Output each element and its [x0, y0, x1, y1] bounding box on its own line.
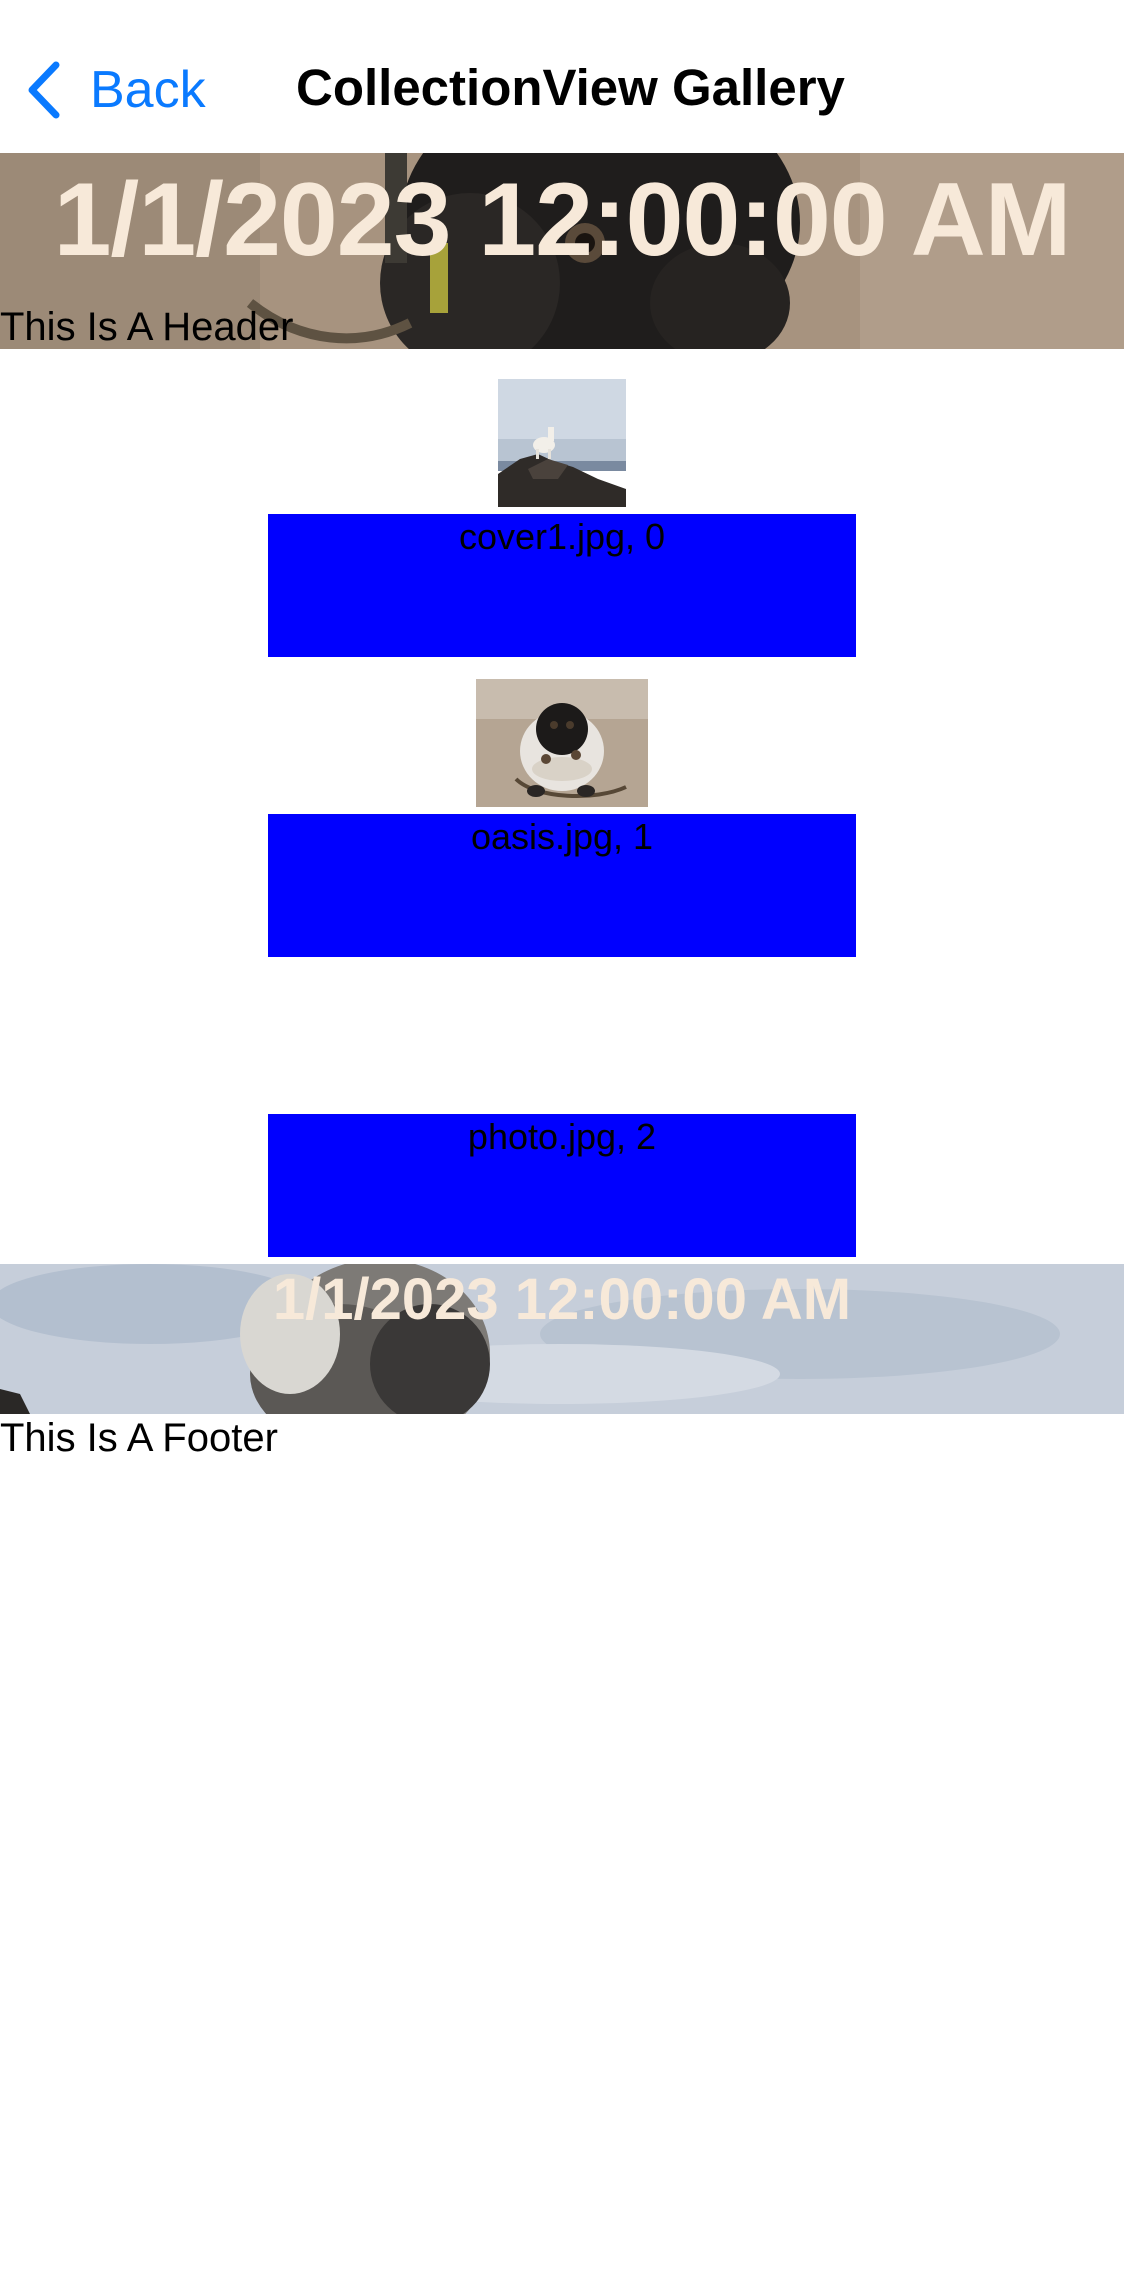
cell-image [476, 679, 648, 807]
header-banner: 1/1/2023 12:00:00 AM This Is A Header [0, 153, 1124, 349]
back-button[interactable]: Back [24, 55, 206, 125]
back-label: Back [90, 61, 206, 119]
chevron-left-icon [28, 61, 60, 119]
cell-caption: photo.jpg, 2 [467, 1116, 657, 1157]
footer-banner: 1/1/2023 12:00:00 AM [0, 1264, 1124, 1414]
footer-label: This Is A Footer [0, 1416, 278, 1460]
gallery-cell[interactable]: photo.jpg, 2 [0, 979, 1124, 1269]
header-label: This Is A Header [0, 305, 294, 349]
caption-box: cover1.jpg, 0 [268, 514, 856, 657]
mountain-goat-photo [498, 379, 626, 507]
cell-image [498, 379, 626, 507]
pug-photo [476, 679, 648, 807]
footer-date: 1/1/2023 12:00:00 AM [272, 1267, 852, 1332]
gallery-cell[interactable]: cover1.jpg, 0 [0, 379, 1124, 669]
navigation-bar: Back CollectionView Gallery [0, 0, 1124, 153]
caption-box: oasis.jpg, 1 [268, 814, 856, 957]
cell-caption: oasis.jpg, 1 [470, 816, 654, 857]
page-title: CollectionView Gallery [296, 59, 845, 116]
caption-box: photo.jpg, 2 [268, 1114, 856, 1257]
cell-caption: cover1.jpg, 0 [458, 516, 666, 557]
gallery-cell[interactable]: oasis.jpg, 1 [0, 679, 1124, 969]
header-date: 1/1/2023 12:00:00 AM [53, 162, 1072, 278]
